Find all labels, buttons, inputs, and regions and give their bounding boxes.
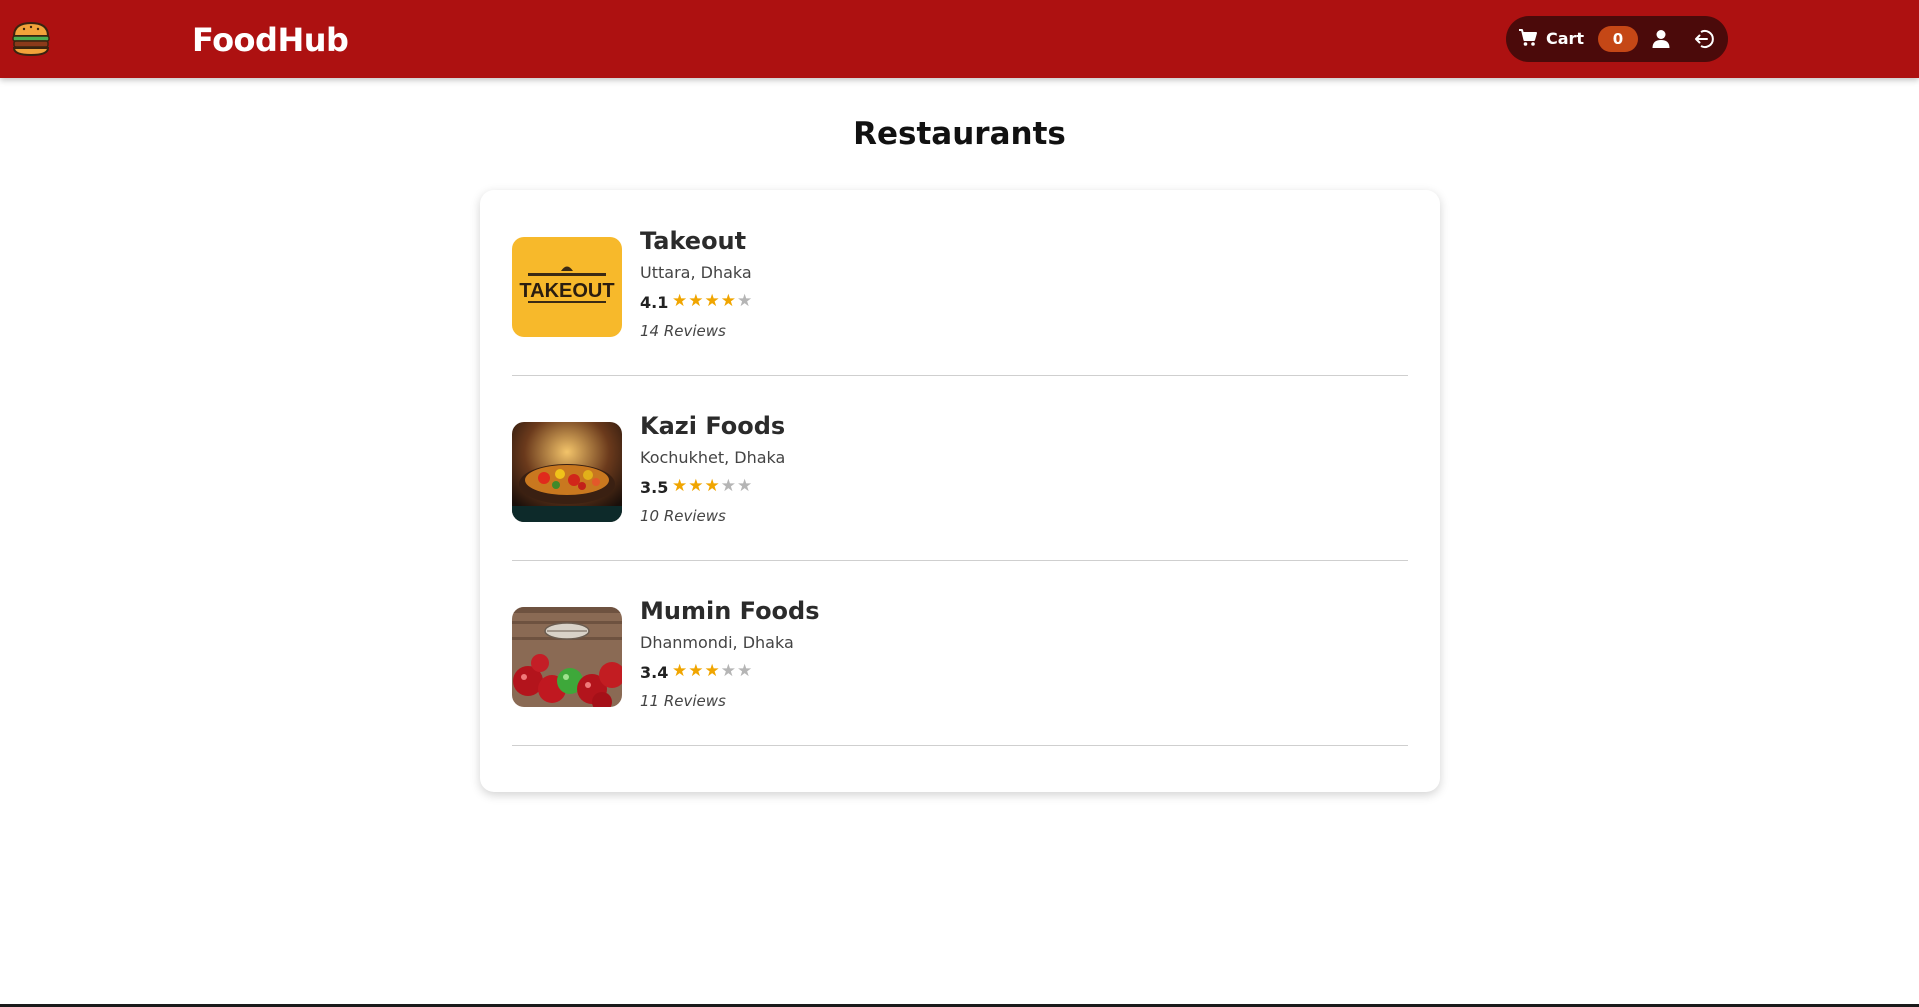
restaurant-name[interactable]: Kazi Foods xyxy=(640,409,785,443)
rating-stars: ★★★★★ xyxy=(672,660,753,682)
restaurant-rating: 3.4 xyxy=(640,663,669,682)
restaurant-list-card: TAKEOUT Takeout Uttara, Dhaka 4.1 ★★★★★ … xyxy=(480,190,1440,792)
restaurant-item[interactable]: Kazi Foods Kochukhet, Dhaka 3.5 ★★★★★ 10… xyxy=(512,375,1408,561)
food-pan-image xyxy=(512,422,622,522)
star-empty-icon: ★ xyxy=(737,476,754,496)
balloons-image xyxy=(512,607,622,707)
takeout-logo-text: TAKEOUT xyxy=(519,280,614,302)
restaurant-item[interactable]: TAKEOUT Takeout Uttara, Dhaka 4.1 ★★★★★ … xyxy=(512,190,1408,376)
cart-count-badge: 0 xyxy=(1598,26,1638,52)
cart-icon xyxy=(1518,28,1538,48)
star-filled-icon: ★ xyxy=(704,291,721,311)
restaurant-rating: 4.1 xyxy=(640,293,669,312)
page-title: Restaurants xyxy=(853,116,1066,152)
top-navbar: FoodHub Cart 0 xyxy=(0,0,1919,78)
star-filled-icon: ★ xyxy=(720,291,737,311)
rating-stars: ★★★★★ xyxy=(672,475,753,497)
star-filled-icon: ★ xyxy=(688,476,705,496)
star-empty-icon: ★ xyxy=(737,661,754,681)
star-filled-icon: ★ xyxy=(672,291,689,311)
rating-stars: ★★★★★ xyxy=(672,290,753,312)
restaurant-location: Uttara, Dhaka xyxy=(640,263,752,282)
cart-label: Cart xyxy=(1546,29,1585,48)
burger-icon[interactable] xyxy=(10,19,52,59)
star-empty-icon: ★ xyxy=(737,291,754,311)
nav-actions: Cart 0 xyxy=(1506,16,1728,62)
star-filled-icon: ★ xyxy=(688,661,705,681)
takeout-logo-image: TAKEOUT xyxy=(512,237,622,337)
restaurant-item[interactable]: Mumin Foods Dhanmondi, Dhaka 3.4 ★★★★★ 1… xyxy=(512,560,1408,746)
restaurant-reviews: 11 Reviews xyxy=(640,692,726,710)
star-filled-icon: ★ xyxy=(704,476,721,496)
star-empty-icon: ★ xyxy=(720,476,737,496)
star-filled-icon: ★ xyxy=(704,661,721,681)
restaurant-rating: 3.5 xyxy=(640,478,669,497)
restaurant-reviews: 14 Reviews xyxy=(640,322,726,340)
restaurant-location: Kochukhet, Dhaka xyxy=(640,448,786,467)
restaurant-name[interactable]: Takeout xyxy=(640,224,746,258)
star-empty-icon: ★ xyxy=(720,661,737,681)
brand-title[interactable]: FoodHub xyxy=(192,18,349,62)
restaurant-name[interactable]: Mumin Foods xyxy=(640,594,820,628)
cart-button[interactable]: Cart 0 xyxy=(1518,24,1638,54)
logout-icon[interactable] xyxy=(1693,28,1715,50)
star-filled-icon: ★ xyxy=(688,291,705,311)
star-filled-icon: ★ xyxy=(672,476,689,496)
user-icon[interactable] xyxy=(1650,28,1672,50)
restaurant-reviews: 10 Reviews xyxy=(640,507,726,525)
star-filled-icon: ★ xyxy=(672,661,689,681)
restaurant-location: Dhanmondi, Dhaka xyxy=(640,633,794,652)
